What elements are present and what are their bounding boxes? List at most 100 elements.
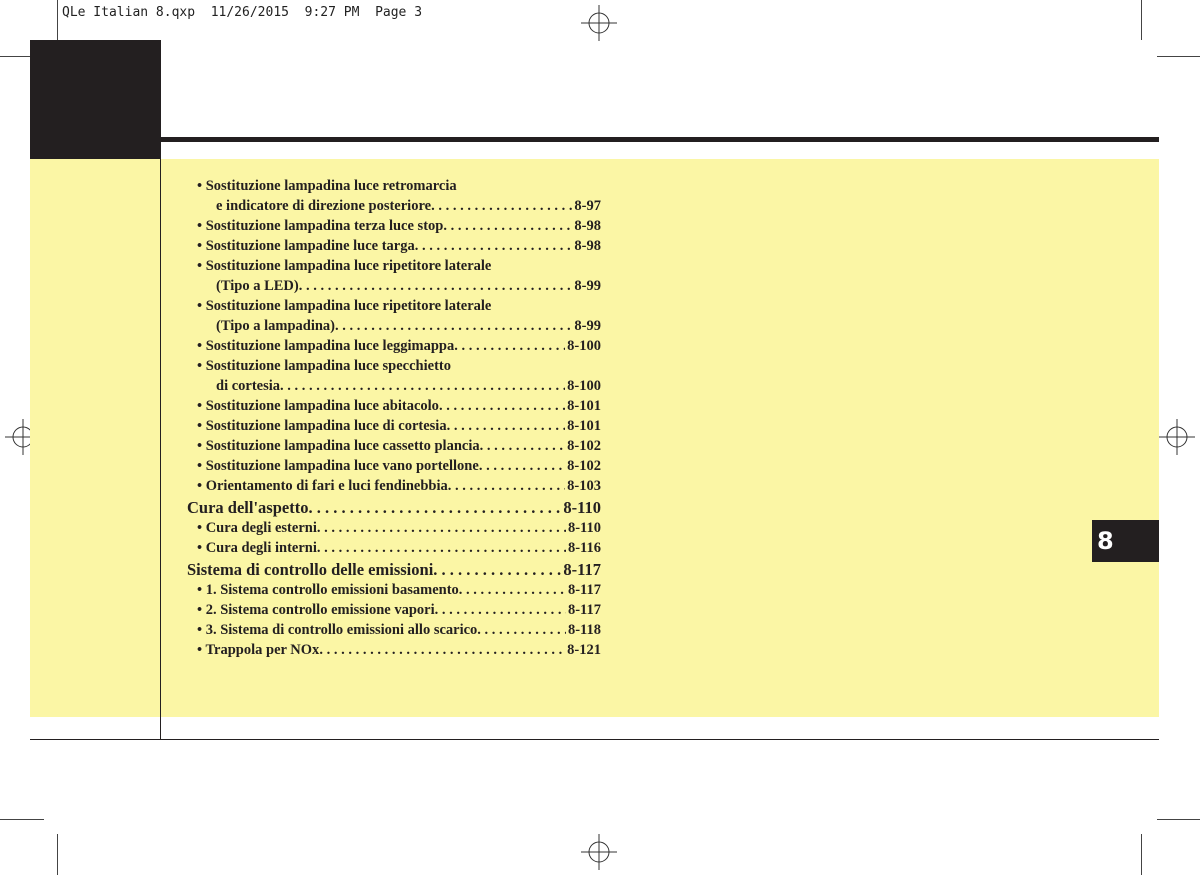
toc-row: • Orientamento di fari e luci fendinebbi… <box>187 476 601 496</box>
toc-section-row: Cura dell'aspetto 8-110 <box>187 497 601 518</box>
toc-entry-title: (Tipo a lampadina) <box>216 318 335 334</box>
toc-entry-title: di cortesia <box>216 378 281 394</box>
toc-row: • 3. Sistema di controllo emissioni allo… <box>187 620 601 640</box>
toc-dot-leader <box>335 316 572 336</box>
toc-row: • 1. Sistema controllo emissioni basamen… <box>187 580 601 600</box>
toc-page-number: 8-100 <box>567 378 601 394</box>
toc-dot-leader <box>454 336 565 356</box>
toc-dot-leader <box>317 518 566 538</box>
toc-entry-title: • Sostituzione lampadina luce di cortesi… <box>197 418 447 434</box>
toc-row: • Sostituzione lampadina luce retromarci… <box>187 176 601 196</box>
toc-page-number: 8-98 <box>574 238 601 254</box>
toc-page-number: 8-121 <box>567 642 601 658</box>
toc-page-number: 8-100 <box>567 338 601 354</box>
registration-mark-icon <box>581 5 617 41</box>
toc-dot-leader <box>479 456 565 476</box>
toc-entry-title: • Sostituzione lampadina luce vano porte… <box>197 458 479 474</box>
toc-page-number: 8-116 <box>567 540 601 556</box>
table-of-contents: • Sostituzione lampadina luce retromarci… <box>187 176 601 660</box>
crop-mark <box>0 819 44 820</box>
toc-entry-title: • 2. Sistema controllo emissione vapori <box>197 602 435 618</box>
toc-section-row: Sistema di controllo delle emissioni 8-11… <box>187 559 601 580</box>
toc-dot-leader <box>433 559 561 580</box>
toc-entry-title: • Sostituzione lampadina luce retromarci… <box>197 178 457 194</box>
toc-page-number: 8-98 <box>574 218 601 234</box>
toc-row: • Sostituzione lampadina luce ripetitore… <box>187 256 601 276</box>
toc-entry-title: • Sostituzione lampadina luce specchiett… <box>197 358 451 374</box>
toc-dot-leader <box>447 416 566 436</box>
crop-mark <box>1141 834 1142 875</box>
chapter-tab: 8 <box>1092 520 1159 562</box>
toc-dot-leader <box>431 196 572 216</box>
header-rule <box>161 137 1159 142</box>
toc-entry-title: • Sostituzione lampadina luce ripetitore… <box>197 258 492 274</box>
toc-dot-leader <box>308 497 561 518</box>
toc-dot-leader <box>319 640 565 660</box>
toc-row: • Sostituzione lampadine luce targa 8-98 <box>187 236 601 256</box>
toc-entry-title: • Sostituzione lampadina luce abitacolo <box>197 398 439 414</box>
print-slug: QLe Italian 8.qxp 11/26/2015 9:27 PM Pag… <box>62 5 423 20</box>
toc-row: • Sostituzione lampadina luce ripetitore… <box>187 296 601 316</box>
toc-dot-leader <box>415 236 573 256</box>
crop-mark <box>57 0 58 40</box>
toc-page-number: 8-117 <box>563 560 601 579</box>
toc-row: • Sostituzione lampadina luce abitacolo 8… <box>187 396 601 416</box>
crop-mark <box>57 834 58 875</box>
toc-row: • Sostituzione lampadina terza luce stop… <box>187 216 601 236</box>
toc-entry-title: • Sostituzione lampadine luce targa <box>197 238 415 254</box>
toc-row: • Cura degli esterni 8-110 <box>187 518 601 538</box>
toc-entry-title: Cura dell'aspetto <box>187 498 309 517</box>
toc-row: e indicatore di direzione posteriore 8-97 <box>187 196 601 216</box>
toc-entry-title: (Tipo a LED) <box>216 278 299 294</box>
toc-row: • Sostituzione lampadina luce vano porte… <box>187 456 601 476</box>
toc-page-number: 8-101 <box>567 418 601 434</box>
toc-row: • 2. Sistema controllo emissione vapori 8… <box>187 600 601 620</box>
toc-page-number: 8-110 <box>567 520 601 536</box>
toc-dot-leader <box>448 476 565 496</box>
toc-dot-leader <box>317 538 566 558</box>
toc-page-number: 8-117 <box>567 602 601 618</box>
crop-mark <box>1157 56 1200 57</box>
toc-dot-leader <box>439 396 565 416</box>
toc-entry-title: • Sostituzione lampadina luce ripetitore… <box>197 298 492 314</box>
toc-row: • Sostituzione lampadina luce cassetto p… <box>187 436 601 456</box>
toc-row: • Sostituzione lampadina luce specchiett… <box>187 356 601 376</box>
toc-page-number: 8-97 <box>574 198 601 214</box>
toc-dot-leader <box>299 276 573 296</box>
toc-page-number: 8-118 <box>567 622 601 638</box>
toc-dot-leader <box>477 620 566 640</box>
toc-row: • Cura degli interni 8-116 <box>187 538 601 558</box>
toc-page-number: 8-99 <box>574 278 601 294</box>
toc-row: • Sostituzione lampadina luce leggimappa… <box>187 336 601 356</box>
toc-page-number: 8-102 <box>567 438 601 454</box>
toc-entry-title: • Orientamento di fari e luci fendinebbi… <box>197 478 448 494</box>
toc-dot-leader <box>443 216 572 236</box>
toc-page-number: 8-117 <box>567 582 601 598</box>
margin-rule <box>160 40 161 740</box>
toc-entry-title: Sistema di controllo delle emissioni <box>187 560 434 579</box>
crop-mark <box>1157 819 1200 820</box>
toc-page-number: 8-102 <box>567 458 601 474</box>
toc-entry-title: • Sostituzione lampadina luce cassetto p… <box>197 438 480 454</box>
toc-entry-title: • Trappola per NOx <box>197 642 320 658</box>
toc-row: di cortesia 8-100 <box>187 376 601 396</box>
toc-dot-leader <box>480 436 566 456</box>
toc-entry-title: • Sostituzione lampadina terza luce stop <box>197 218 444 234</box>
toc-dot-leader <box>280 376 565 396</box>
toc-entry-title: e indicatore di direzione posteriore <box>216 198 432 214</box>
toc-row: (Tipo a lampadina) 8-99 <box>187 316 601 336</box>
toc-page-number: 8-99 <box>574 318 601 334</box>
toc-row: • Trappola per NOx 8-121 <box>187 640 601 660</box>
toc-page-number: 8-101 <box>567 398 601 414</box>
crop-mark <box>1141 0 1142 40</box>
toc-entry-title: • Cura degli interni <box>197 540 317 556</box>
registration-mark-icon <box>1159 419 1195 455</box>
toc-row: • Sostituzione lampadina luce di cortesi… <box>187 416 601 436</box>
toc-entry-title: • Cura degli esterni <box>197 520 317 536</box>
toc-row: (Tipo a LED) 8-99 <box>187 276 601 296</box>
toc-entry-title: • 1. Sistema controllo emissioni basamen… <box>197 582 459 598</box>
toc-entry-title: • Sostituzione lampadina luce leggimappa <box>197 338 455 354</box>
registration-mark-icon <box>581 834 617 870</box>
corner-header-block <box>30 40 161 159</box>
toc-page-number: 8-103 <box>567 478 601 494</box>
